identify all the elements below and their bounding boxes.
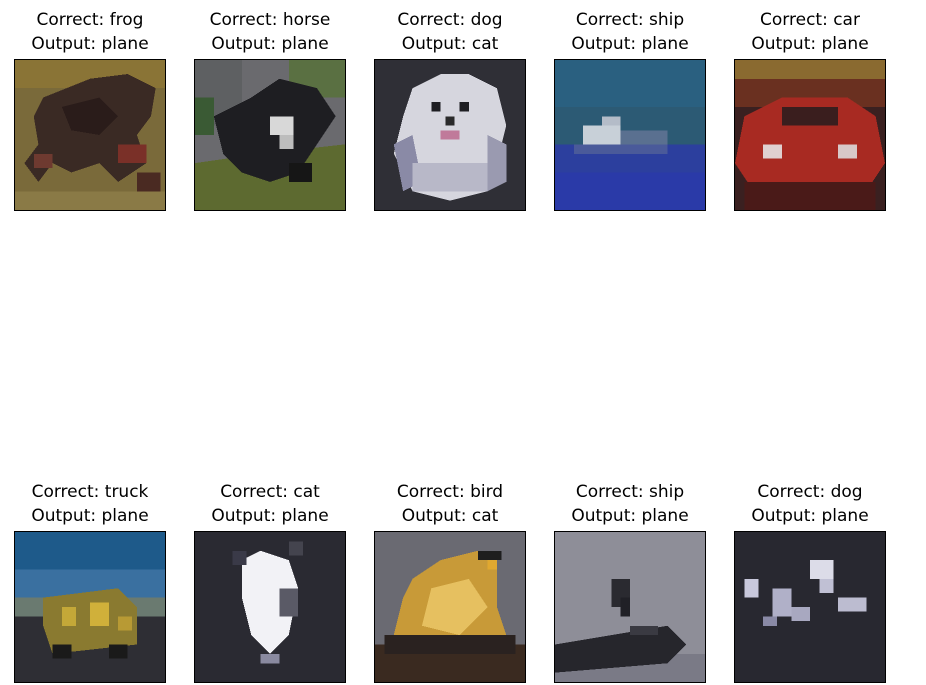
correct-label: Correct: truck	[31, 482, 149, 502]
dog-image	[734, 531, 886, 683]
correct-label: Correct: bird	[396, 482, 504, 502]
output-label: Output: cat	[401, 34, 499, 54]
correct-label: Correct: car	[760, 10, 860, 30]
panel-car-red: Correct: car Output: plane	[734, 8, 886, 211]
panel-ship-sea: Correct: ship Output: plane	[554, 8, 706, 211]
output-label: Output: plane	[571, 506, 689, 526]
dog-image	[374, 59, 526, 211]
output-label: Output: plane	[751, 34, 869, 54]
output-label: Output: plane	[211, 506, 329, 526]
ship-image	[554, 59, 706, 211]
panel-ship-grey: Correct: ship Output: plane	[554, 480, 706, 683]
car-image	[734, 59, 886, 211]
correct-label: Correct: cat	[220, 482, 320, 502]
correct-label: Correct: dog	[757, 482, 863, 502]
correct-label: Correct: frog	[36, 10, 144, 30]
cat-image	[194, 531, 346, 683]
ship-image	[554, 531, 706, 683]
horse-image	[194, 59, 346, 211]
correct-label: Correct: ship	[575, 10, 685, 30]
panel-bird-yellow: Correct: bird Output: cat	[374, 480, 526, 683]
panel-frog: Correct: frog Output: plane	[14, 8, 166, 211]
correct-label: Correct: dog	[397, 10, 503, 30]
correct-label: Correct: ship	[575, 482, 685, 502]
output-label: Output: cat	[401, 506, 499, 526]
panel-horse: Correct: horse Output: plane	[194, 8, 346, 211]
output-label: Output: plane	[31, 34, 149, 54]
panel-truck: Correct: truck Output: plane	[14, 480, 166, 683]
output-label: Output: plane	[211, 34, 329, 54]
panel-dog-white: Correct: dog Output: cat	[374, 8, 526, 211]
panel-cat-dark: Correct: cat Output: plane	[194, 480, 346, 683]
frog-image	[14, 59, 166, 211]
output-label: Output: plane	[751, 506, 869, 526]
output-label: Output: plane	[571, 34, 689, 54]
panel-dog-dark: Correct: dog Output: plane	[734, 480, 886, 683]
truck-image	[14, 531, 166, 683]
correct-label: Correct: horse	[209, 10, 331, 30]
bird-image	[374, 531, 526, 683]
output-label: Output: plane	[31, 506, 149, 526]
